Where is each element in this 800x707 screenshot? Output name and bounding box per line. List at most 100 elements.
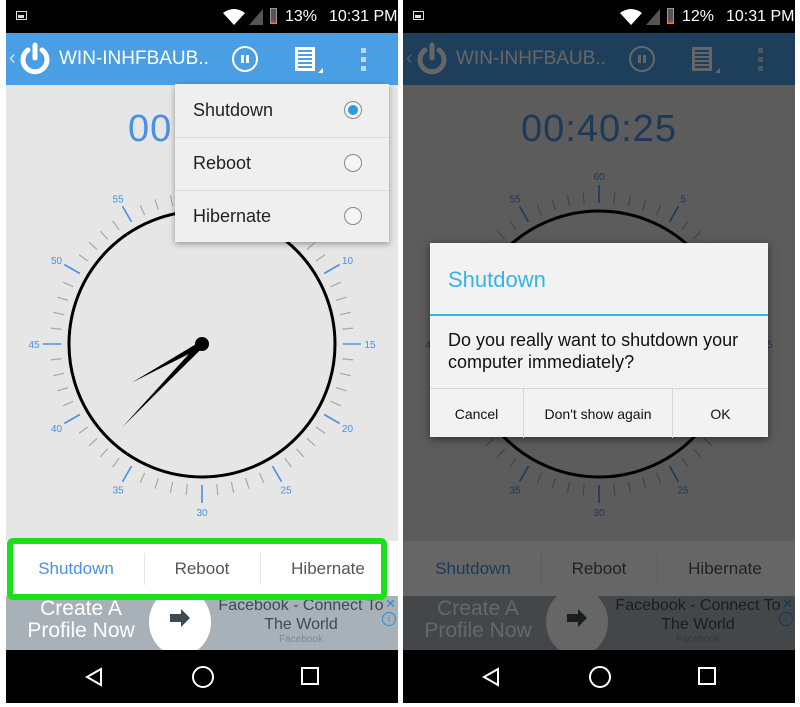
ad-cta[interactable]: Create A Profile Now bbox=[16, 598, 146, 642]
confirm-dialog: Shutdown Do you really want to shutdown … bbox=[430, 243, 768, 438]
dialog-message: Do you really want to shutdown your comp… bbox=[448, 330, 739, 372]
dial-label: 35 bbox=[112, 485, 124, 496]
minor-tick bbox=[99, 230, 109, 240]
dropdown-item-label: Shutdown bbox=[193, 100, 274, 120]
hour-hand bbox=[131, 341, 204, 383]
close-icon[interactable]: ✕ bbox=[385, 596, 396, 612]
minor-tick bbox=[330, 281, 342, 288]
dial-label: 25 bbox=[280, 485, 292, 496]
dropdown-item-reboot[interactable]: Reboot bbox=[175, 137, 389, 190]
wifi-icon bbox=[223, 9, 245, 25]
minor-tick bbox=[139, 472, 146, 484]
action-list-button[interactable] bbox=[295, 47, 315, 71]
back-icon[interactable] bbox=[481, 667, 501, 687]
minor-tick bbox=[154, 199, 159, 211]
recents-icon[interactable] bbox=[698, 667, 716, 685]
minor-tick bbox=[169, 481, 174, 493]
minor-tick bbox=[50, 327, 62, 330]
dialog-title-divider bbox=[430, 314, 768, 316]
minor-tick bbox=[50, 358, 62, 361]
major-tick bbox=[323, 413, 341, 425]
ad-title[interactable]: Facebook - Connect To The World bbox=[216, 596, 386, 634]
minor-tick bbox=[330, 400, 342, 407]
ok-button[interactable]: OK bbox=[673, 389, 768, 438]
signal-icon bbox=[249, 9, 263, 25]
ad-source: Facebook bbox=[279, 634, 323, 645]
dial-label: 15 bbox=[364, 340, 376, 351]
minor-tick bbox=[139, 204, 146, 216]
dont-show-again-button[interactable]: Don't show again bbox=[524, 389, 672, 438]
major-tick bbox=[63, 263, 81, 275]
clock: 10:31 PM bbox=[329, 8, 398, 25]
minor-tick bbox=[306, 437, 316, 447]
minor-tick bbox=[112, 220, 120, 231]
minor-tick bbox=[295, 448, 305, 458]
minor-tick bbox=[78, 426, 89, 434]
minor-tick bbox=[88, 241, 98, 251]
minor-tick bbox=[78, 254, 89, 262]
dial-label: 50 bbox=[51, 256, 63, 267]
dial-label: 30 bbox=[196, 508, 208, 519]
arrow-right-icon bbox=[170, 609, 190, 627]
minor-tick bbox=[216, 484, 219, 496]
radio-unselected-icon[interactable] bbox=[344, 154, 362, 172]
minor-tick bbox=[335, 387, 347, 392]
dial-label: 40 bbox=[51, 424, 63, 435]
wifi-icon bbox=[620, 9, 642, 25]
minor-tick bbox=[53, 372, 65, 377]
minor-tick bbox=[284, 457, 292, 468]
home-icon[interactable] bbox=[192, 666, 214, 688]
dial-label: 20 bbox=[342, 424, 354, 435]
power-icon[interactable] bbox=[18, 42, 52, 76]
recents-icon[interactable] bbox=[301, 667, 319, 685]
major-tick bbox=[121, 205, 133, 223]
dial-label: 55 bbox=[112, 195, 124, 206]
status-bar: 12% 10:31 PM bbox=[403, 0, 795, 33]
info-icon[interactable]: i bbox=[382, 612, 396, 626]
app-bar: ‹ WIN-INHFBAUB.. bbox=[6, 33, 398, 85]
battery-percent: 13% bbox=[285, 8, 318, 25]
action-dropdown-menu: Shutdown Reboot Hibernate bbox=[175, 84, 389, 242]
clock: 10:31 PM bbox=[726, 8, 795, 25]
home-icon[interactable] bbox=[589, 666, 611, 688]
dropdown-item-shutdown[interactable]: Shutdown bbox=[175, 84, 389, 137]
overflow-menu-button[interactable] bbox=[361, 48, 367, 72]
ad-banner[interactable]: Create A Profile Now Facebook - Connect … bbox=[6, 596, 398, 650]
radio-selected-icon[interactable] bbox=[344, 101, 362, 119]
gallery-notification-icon bbox=[16, 11, 27, 20]
dial-label: 45 bbox=[28, 340, 40, 351]
app-title: WIN-INHFBAUB.. bbox=[59, 48, 209, 69]
dialog-title: Shutdown bbox=[448, 267, 546, 292]
dial-label: 10 bbox=[342, 256, 354, 267]
minor-tick bbox=[306, 241, 316, 251]
minor-tick bbox=[339, 372, 351, 377]
dropdown-item-hibernate[interactable]: Hibernate bbox=[175, 190, 389, 243]
highlight-frame bbox=[7, 538, 387, 600]
major-tick bbox=[63, 413, 81, 425]
minor-tick bbox=[62, 400, 74, 407]
radio-unselected-icon[interactable] bbox=[344, 207, 362, 225]
major-tick bbox=[121, 465, 133, 483]
minor-tick bbox=[99, 448, 109, 458]
minor-tick bbox=[258, 472, 265, 484]
cancel-button[interactable]: Cancel bbox=[430, 389, 523, 438]
minor-tick bbox=[53, 311, 65, 316]
minor-tick bbox=[339, 311, 351, 316]
dial-center bbox=[195, 337, 209, 351]
minor-tick bbox=[57, 296, 69, 301]
minor-tick bbox=[342, 358, 354, 361]
dialog-button-row: Cancel Don't show again OK bbox=[430, 388, 768, 438]
minor-tick bbox=[342, 327, 354, 330]
ad-arrow-button[interactable] bbox=[149, 596, 211, 650]
minor-tick bbox=[154, 477, 159, 489]
minor-tick bbox=[57, 387, 69, 392]
minor-tick bbox=[88, 437, 98, 447]
pause-button[interactable] bbox=[232, 46, 258, 72]
major-tick bbox=[271, 465, 283, 483]
navigation-bar bbox=[6, 650, 398, 703]
battery-percent: 12% bbox=[682, 8, 715, 25]
minor-tick bbox=[230, 481, 235, 493]
minor-tick bbox=[112, 457, 120, 468]
back-chevron-icon[interactable]: ‹ bbox=[9, 47, 16, 70]
back-icon[interactable] bbox=[84, 667, 104, 687]
